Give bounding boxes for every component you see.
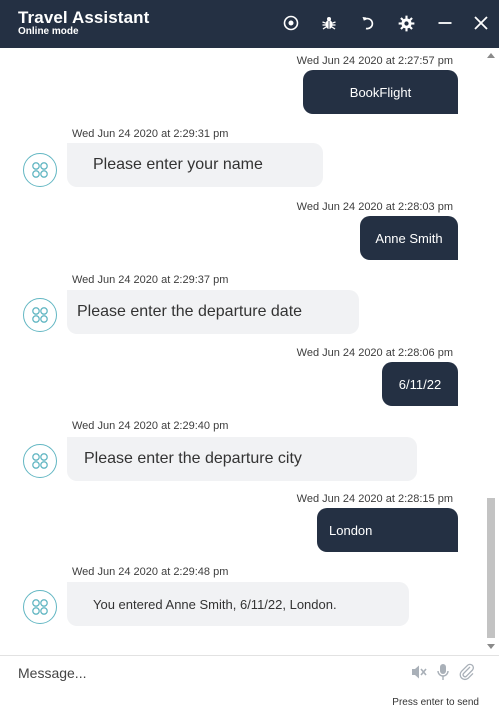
send-hint: Press enter to send bbox=[392, 697, 479, 708]
bug-icon[interactable] bbox=[319, 13, 339, 33]
user-message-bubble: BookFlight bbox=[303, 70, 458, 114]
bot-avatar-icon bbox=[23, 444, 57, 478]
bot-message-bubble: Please enter your name bbox=[67, 143, 323, 187]
close-icon[interactable] bbox=[471, 13, 491, 33]
window-title: Travel Assistant bbox=[18, 8, 150, 27]
message-timestamp: Wed Jun 24 2020 at 2:29:37 pm bbox=[72, 274, 229, 286]
message-timestamp: Wed Jun 24 2020 at 2:28:15 pm bbox=[296, 493, 453, 505]
scrollbar-thumb[interactable] bbox=[487, 498, 495, 638]
bot-message-bubble: You entered Anne Smith, 6/11/22, London. bbox=[67, 582, 409, 626]
message-timestamp: Wed Jun 24 2020 at 2:28:06 pm bbox=[296, 347, 453, 359]
message-text: BookFlight bbox=[349, 84, 412, 100]
message-text: You entered Anne Smith, 6/11/22, London. bbox=[93, 596, 337, 612]
microphone-icon[interactable] bbox=[434, 663, 452, 681]
speaker-muted-icon[interactable] bbox=[410, 663, 428, 681]
minimize-icon[interactable] bbox=[435, 13, 455, 33]
message-timestamp: Wed Jun 24 2020 at 2:29:48 pm bbox=[72, 566, 229, 578]
bot-avatar-icon bbox=[23, 153, 57, 187]
message-timestamp: Wed Jun 24 2020 at 2:29:40 pm bbox=[72, 420, 229, 432]
message-timestamp: Wed Jun 24 2020 at 2:27:57 pm bbox=[296, 55, 453, 67]
message-timestamp: Wed Jun 24 2020 at 2:29:31 pm bbox=[72, 128, 229, 140]
message-text: Please enter the departure city bbox=[84, 450, 302, 467]
composer-divider bbox=[0, 655, 499, 656]
scroll-up-arrow[interactable] bbox=[487, 53, 495, 58]
bot-avatar-icon bbox=[23, 298, 57, 332]
message-text: Anne Smith bbox=[375, 230, 443, 246]
user-message-bubble: London bbox=[317, 508, 458, 552]
bot-message-bubble: Please enter the departure city bbox=[67, 437, 417, 481]
user-message-bubble: 6/11/22 bbox=[382, 362, 458, 406]
status-subtitle: Online mode bbox=[18, 26, 79, 37]
bot-avatar-icon bbox=[23, 590, 57, 624]
chat-header: Travel Assistant Online mode bbox=[0, 0, 499, 48]
message-text: London bbox=[329, 522, 373, 538]
record-icon[interactable] bbox=[281, 13, 301, 33]
paperclip-icon[interactable] bbox=[458, 663, 476, 681]
settings-icon[interactable] bbox=[396, 13, 416, 33]
message-input[interactable] bbox=[18, 662, 398, 684]
refresh-icon[interactable] bbox=[358, 13, 378, 33]
message-timestamp: Wed Jun 24 2020 at 2:28:03 pm bbox=[296, 201, 453, 213]
bot-message-bubble: Please enter the departure date bbox=[67, 290, 359, 334]
message-text: Please enter your name bbox=[93, 156, 263, 173]
user-message-bubble: Anne Smith bbox=[360, 216, 458, 260]
scroll-down-arrow[interactable] bbox=[487, 644, 495, 649]
message-text: Please enter the departure date bbox=[77, 303, 303, 320]
message-text: 6/11/22 bbox=[398, 376, 442, 392]
